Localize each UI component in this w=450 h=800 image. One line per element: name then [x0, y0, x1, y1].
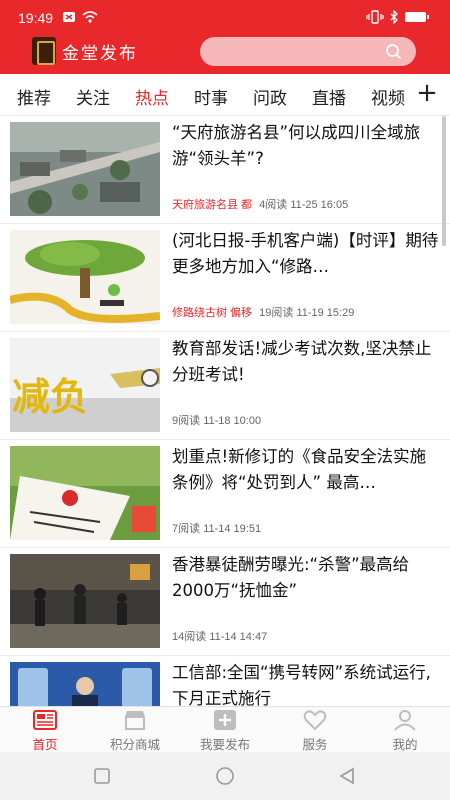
status-bar: 19:49: [0, 0, 450, 36]
news-tag[interactable]: 修路绕古树 偏移: [172, 307, 252, 319]
news-thumbnail-food-law: [10, 446, 160, 540]
news-icon: [33, 710, 57, 730]
bluetooth-icon: [390, 10, 398, 24]
nav-label: 积分商城: [109, 737, 160, 752]
news-thumbnail-hongkong: [10, 554, 160, 648]
news-title[interactable]: 香港暴徒酬劳曝光:“杀警”最高给2000万“抚恤金”: [172, 552, 442, 604]
vibrate-icon: [366, 10, 384, 24]
search-icon[interactable]: [385, 43, 402, 60]
battery-icon: [405, 12, 429, 22]
scrollbar[interactable]: [442, 116, 446, 246]
search-box[interactable]: [200, 37, 416, 66]
news-meta: 修路绕古树 偏移 19阅读 11-19 15:29: [172, 304, 354, 320]
news-item[interactable]: 划重点!新修订的《食品安全法实施条例》将“处罚到人” 最高… 7阅读 11-14…: [0, 440, 450, 548]
news-time: 11-14 14:47: [209, 631, 268, 643]
news-title[interactable]: 工信部:全国“携号转网”系统试运行,下月正式施行: [172, 660, 442, 706]
nav-service[interactable]: 服务: [270, 707, 360, 753]
nav-label: 服务: [302, 737, 328, 752]
channel-tabs: 推荐 关注 热点 时事 问政 直播 视频 +: [0, 74, 450, 116]
news-thumbnail-town: [10, 122, 160, 216]
news-item[interactable]: (河北日报-手机客户端)【时评】期待更多地方加入“修路… 修路绕古树 偏移 19…: [0, 224, 450, 332]
news-title[interactable]: (河北日报-手机客户端)【时评】期待更多地方加入“修路…: [172, 228, 442, 280]
shop-icon: [125, 711, 145, 730]
news-thumbnail-jianfu: 减负: [10, 338, 160, 432]
wifi-icon: [82, 11, 98, 23]
news-item[interactable]: 工信部:全国“携号转网”系统试运行,下月正式施行: [0, 656, 450, 706]
search-input[interactable]: [210, 41, 370, 62]
tab-recommend[interactable]: 推荐: [17, 84, 51, 109]
news-title[interactable]: “天府旅游名县”何以成四川全域旅游“领头羊”?: [172, 120, 442, 172]
add-channel-button[interactable]: +: [416, 78, 438, 108]
nav-home[interactable]: 首页: [0, 707, 90, 753]
jianfu-text: 减负: [12, 375, 89, 419]
news-thumbnail-tree: [10, 230, 160, 324]
home-icon[interactable]: [214, 767, 236, 785]
back-icon[interactable]: [338, 767, 356, 785]
news-reads: 7阅读: [172, 523, 201, 535]
news-meta: 7阅读 11-14 19:51: [172, 520, 261, 536]
status-time: 19:49: [18, 10, 54, 26]
tab-video[interactable]: 视频: [371, 84, 405, 109]
tab-current-affairs[interactable]: 时事: [194, 84, 228, 109]
news-meta: 9阅读 11-18 10:00: [172, 412, 261, 428]
news-reads: 9阅读: [172, 415, 201, 427]
news-thumbnail-number-portability: [10, 662, 160, 706]
logo-emblem: [32, 37, 56, 65]
news-item[interactable]: 减负 教育部发话!减少考试次数,坚决禁止分班考试! 9阅读 11-18 10:0…: [0, 332, 450, 440]
news-title[interactable]: 教育部发话!减少考试次数,坚决禁止分班考试!: [172, 336, 442, 388]
tab-live[interactable]: 直播: [312, 84, 346, 109]
heart-icon: [303, 710, 327, 731]
profile-icon: [394, 710, 416, 731]
news-meta: 14阅读 11-14 14:47: [172, 628, 267, 644]
add-post-icon: [214, 710, 236, 730]
news-item[interactable]: 香港暴徒酬劳曝光:“杀警”最高给2000万“抚恤金” 14阅读 11-14 14…: [0, 548, 450, 656]
nav-shop[interactable]: 积分商城: [90, 707, 180, 753]
nav-publish[interactable]: 我要发布: [180, 707, 270, 753]
news-reads: 4阅读: [259, 199, 288, 211]
news-reads: 14阅读: [172, 631, 207, 643]
news-time: 11-14 19:51: [203, 523, 262, 535]
nav-label: 我的: [392, 737, 418, 752]
news-meta: 天府旅游名县 都 4阅读 11-25 16:05: [172, 196, 348, 212]
app-logo: 金堂发布: [32, 37, 138, 65]
nav-label: 首页: [32, 737, 58, 752]
news-list: “天府旅游名县”何以成四川全域旅游“领头羊”? 天府旅游名县 都 4阅读 11-…: [0, 116, 450, 706]
bottom-nav: 首页 积分商城 我要发布 服务 我的: [0, 706, 450, 752]
tab-follow[interactable]: 关注: [76, 84, 110, 109]
news-title[interactable]: 划重点!新修订的《食品安全法实施条例》将“处罚到人” 最高…: [172, 444, 442, 496]
system-nav-bar: [0, 752, 450, 800]
recent-apps-icon[interactable]: [93, 767, 111, 785]
news-time: 11-19 15:29: [296, 307, 355, 319]
nav-label: 我要发布: [199, 737, 250, 752]
nav-profile[interactable]: 我的: [360, 707, 450, 753]
app-name: 金堂发布: [62, 43, 138, 64]
tab-inquiry[interactable]: 问政: [253, 84, 287, 109]
news-time: 11-25 16:05: [290, 199, 349, 211]
notification-icon: [63, 12, 75, 22]
news-tag[interactable]: 天府旅游名县 都: [172, 199, 252, 211]
app-header: 19:49 金堂发布: [0, 0, 450, 74]
tab-hot[interactable]: 热点: [135, 84, 169, 109]
news-item[interactable]: “天府旅游名县”何以成四川全域旅游“领头羊”? 天府旅游名县 都 4阅读 11-…: [0, 116, 450, 224]
news-time: 11-18 10:00: [203, 415, 262, 427]
news-reads: 19阅读: [259, 307, 294, 319]
